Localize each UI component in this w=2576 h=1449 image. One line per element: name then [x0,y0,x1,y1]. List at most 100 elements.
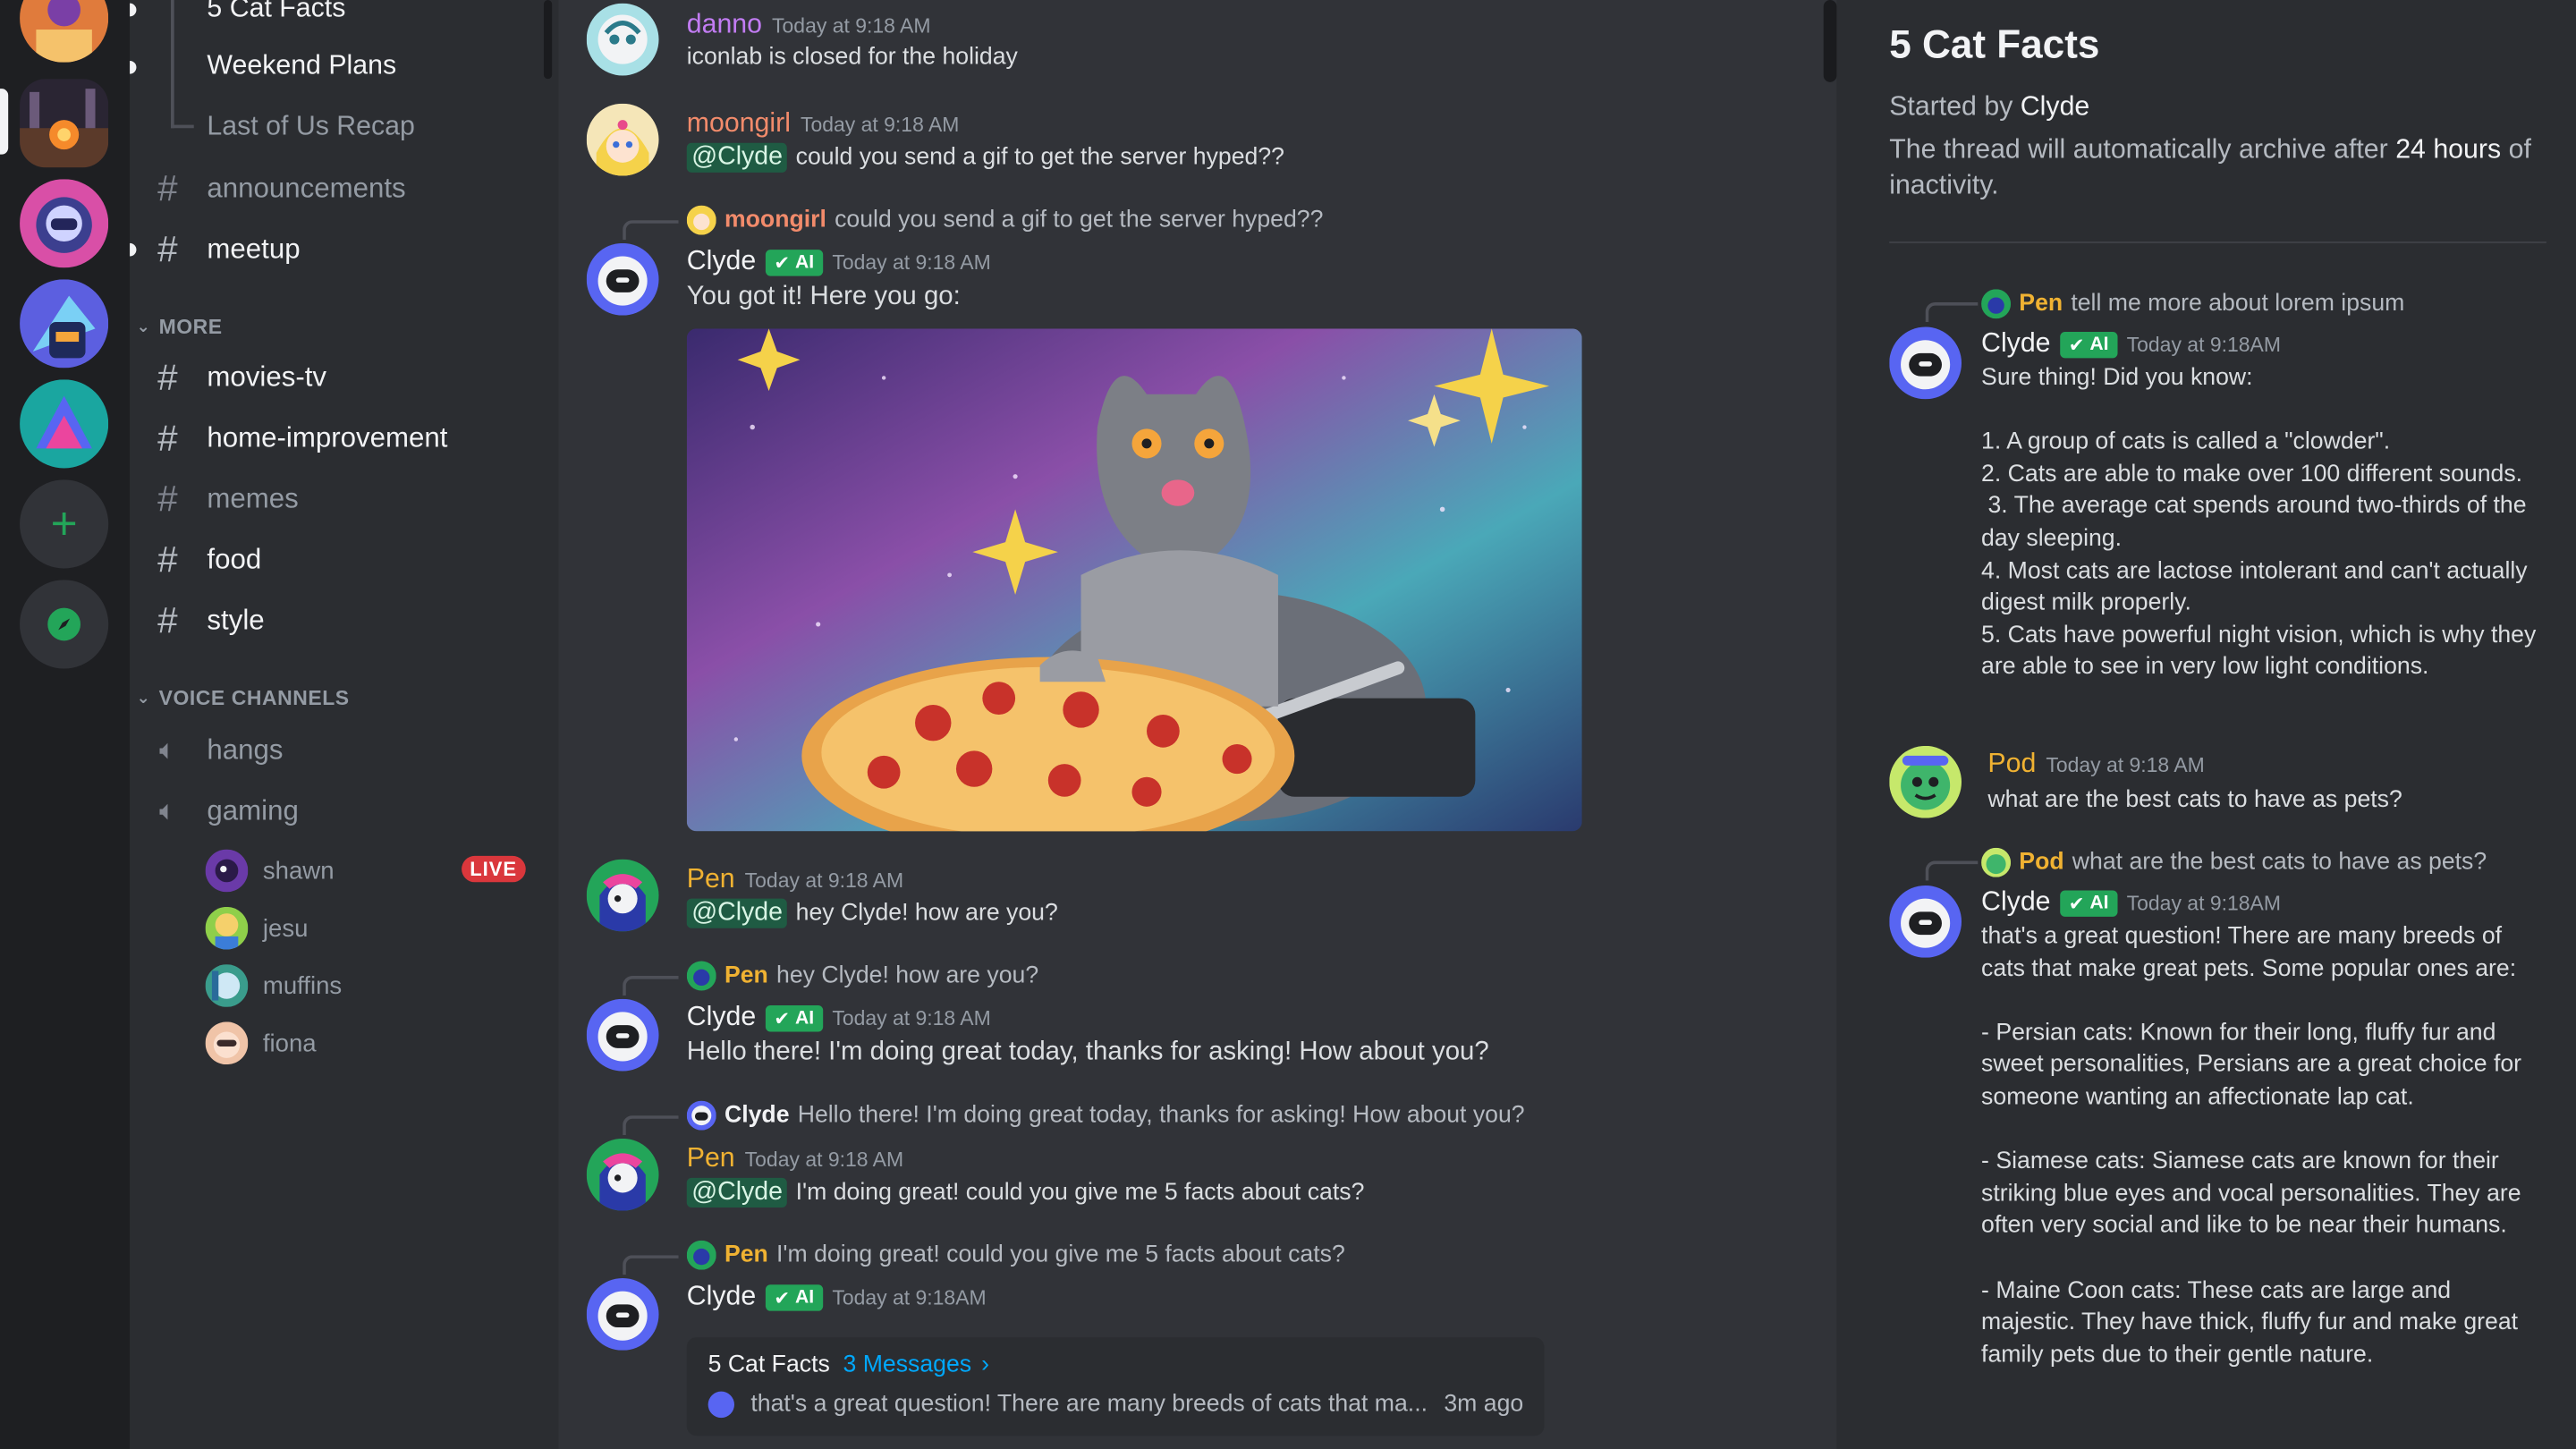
message-header: Pen Today at 9:18 AM [687,1143,903,1174]
avatar-pod[interactable] [1889,745,1962,818]
message-content: @Clyde I'm doing great! could you give m… [686,1177,1364,1208]
thread-item-weekend-plans[interactable]: Weekend Plans [207,51,396,82]
channel-food[interactable]: # food [149,534,261,587]
username-clyde[interactable]: Clyde [1981,328,2050,360]
message-header: Clyde ✔ AI Today at 9:18 AM [687,1002,991,1033]
reply-text: could you send a gif to get the server h… [835,207,1324,233]
thread-title: 5 Cat Facts [1889,22,2100,68]
reply-text: I'm doing great! could you give me 5 fac… [776,1241,1345,1268]
username-clyde[interactable]: Clyde [687,1002,756,1033]
reply-preview[interactable]: Pen tell me more about lorem ipsum [1981,289,2404,319]
thread-panel: 5 Cat Facts Started by Clyde The thread … [1836,0,2576,1449]
username-clyde[interactable]: Clyde [687,1282,756,1313]
username-pod[interactable]: Pod [1987,750,2036,781]
thread-card-preview-text: that's a great question! There are many … [750,1391,1428,1419]
thread-tree-branch [171,124,194,129]
voice-channel-hangs[interactable]: 🔈︎ hangs [149,724,284,777]
hash-icon: # [157,228,178,270]
username-moongirl[interactable]: moongirl [687,108,791,140]
avatar-mini [1981,847,2012,877]
message-text: iconlab is closed for the holiday [686,44,1018,71]
speaker-icon: 🔈︎ [158,734,176,766]
thread-starter[interactable]: Clyde [2021,92,2089,122]
channel-announcements[interactable]: # announcements [149,163,406,216]
avatar-clyde[interactable] [1889,326,1962,400]
thread-preview-card[interactable]: 5 Cat Facts 3 Messages › that's a great … [686,1337,1545,1436]
gif-cat-pizza[interactable] [686,328,1582,832]
timestamp: Today at 9:18 AM [832,1006,991,1030]
message-header: Pen Today at 9:18 AM [687,864,903,895]
category-more[interactable]: ⌄ MORE [136,316,222,339]
divider [1889,241,2546,243]
unread-indicator [130,60,137,74]
mention-clyde[interactable]: @Clyde [686,898,788,928]
thread-card-count[interactable]: 3 Messages [843,1352,971,1378]
timestamp: Today at 9:18AM [832,1286,987,1309]
username-pen[interactable]: Pen [687,864,735,895]
avatar-mini [708,1391,735,1419]
reply-preview[interactable]: Pen hey Clyde! how are you? [686,961,1038,991]
avatar-clyde[interactable] [1889,885,1962,958]
active-server-indicator [0,89,9,155]
mention-clyde[interactable]: @Clyde [686,1177,788,1208]
username-clyde[interactable]: Clyde [687,247,756,278]
reply-preview[interactable]: Pen I'm doing great! could you give me 5… [686,1240,1345,1270]
thread-item-last-of-us-recap[interactable]: Last of Us Recap [207,112,414,143]
voice-channel-gaming[interactable]: 🔈︎ gaming [149,785,299,838]
username-pen[interactable]: Pen [687,1143,735,1174]
ai-badge: ✔ AI [766,1284,823,1310]
hash-icon: # [157,417,178,459]
avatar-pen[interactable] [586,1138,659,1211]
username-danno[interactable]: danno [687,10,762,41]
message-header: Clyde ✔ AI Today at 9:18 AM [687,247,991,278]
avatar-clyde[interactable] [586,998,659,1072]
channel-movies-tv[interactable]: # movies-tv [149,352,326,404]
mention-clyde[interactable]: @Clyde [686,142,788,173]
channel-home-improvement[interactable]: # home-improvement [149,412,447,465]
avatar-moongirl[interactable] [586,103,659,176]
message-content: @Clyde could you send a gif to get the s… [686,142,1284,173]
message-header: Clyde ✔ AI Today at 9:18AM [687,1282,987,1313]
message-content: @Clyde hey Clyde! how are you? [686,898,1058,928]
thread-card-age: 3m ago [1444,1391,1524,1419]
server-icon-3[interactable] [20,179,109,268]
channel-label: hangs [207,734,284,766]
chevron-down-icon: ⌄ [136,689,151,708]
sidebar-scrollbar[interactable] [543,0,553,80]
channel-memes[interactable]: # memes [149,473,299,526]
check-icon: ✔ [774,1288,796,1309]
thread-card-header: 5 Cat Facts 3 Messages › [708,1352,989,1378]
avatar-clyde[interactable] [586,242,659,316]
username-clyde[interactable]: Clyde [1981,887,2050,919]
server-icon-4[interactable] [20,279,109,369]
chat-scrollbar[interactable] [1823,0,1837,82]
category-voice-channels[interactable]: ⌄ VOICE CHANNELS [136,687,349,710]
server-icon-5[interactable] [20,379,109,469]
avatar-clyde[interactable] [586,1277,659,1351]
explore-servers-button[interactable] [20,580,109,669]
avatar-danno[interactable] [586,3,659,76]
reply-preview[interactable]: Pod what are the best cats to have as pe… [1981,847,2487,877]
voice-user-jesu[interactable]: jesu [205,905,309,951]
chevron-right-icon: › [981,1352,990,1378]
voice-user-shawn[interactable]: shawn [205,848,335,894]
server-icon-2[interactable] [20,79,109,168]
add-server-button[interactable]: + [20,479,109,569]
channel-style[interactable]: # style [149,595,265,648]
reply-preview[interactable]: moongirl could you send a gif to get the… [686,205,1324,235]
message-header: Clyde ✔ AI Today at 9:18AM [1981,328,2281,360]
voice-user-muffins[interactable]: muffins [205,962,342,1008]
avatar-pen[interactable] [586,859,659,932]
channel-meetup[interactable]: # meetup [149,224,300,276]
channel-label: movies-tv [207,361,327,393]
voice-user-fiona[interactable]: fiona [205,1021,317,1066]
voice-user-name: shawn [262,856,335,886]
message-header: danno Today at 9:18 AM [687,10,931,41]
timestamp: Today at 9:18 AM [744,869,904,893]
thread-item-5-cat-facts[interactable]: 5 Cat Facts [207,0,345,25]
plus-icon: + [50,497,78,549]
voice-user-name: jesu [262,914,309,943]
reply-preview[interactable]: Clyde Hello there! I'm doing great today… [686,1100,1525,1131]
timestamp: Today at 9:18AM [2126,892,2281,916]
server-icon-1[interactable] [20,0,109,63]
